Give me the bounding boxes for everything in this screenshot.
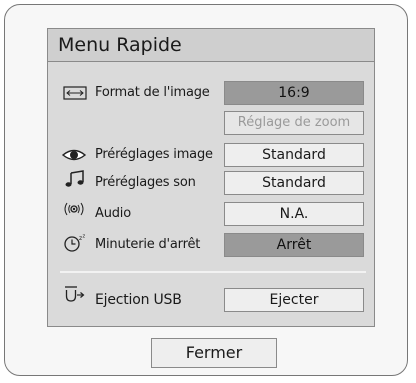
svg-text:z: z [83,234,86,240]
close-button[interactable]: Fermer [151,338,277,368]
row-label-usb-eject: Ejection USB [95,292,182,308]
zoom-setting-button[interactable]: Réglage de zoom [224,111,364,135]
audio-surround-icon [64,202,84,216]
audio-value[interactable]: N.A. [224,202,364,226]
menu-separator [60,271,366,273]
music-note-icon [65,170,84,187]
aspect-ratio-icon [63,86,87,100]
format-image-value[interactable]: 16:9 [224,81,364,105]
sound-presets-value[interactable]: Standard [224,171,364,195]
eye-icon [62,149,86,161]
row-label-sound-presets: Préréglages son [95,175,196,190]
menu-title: Menu Rapide [47,28,375,62]
row-label-format-image: Format de l'image [95,85,210,100]
sleep-timer-value[interactable]: Arrêt [224,233,364,257]
picture-presets-value[interactable]: Standard [224,143,364,167]
row-label-picture-presets: Préréglages image [95,147,213,162]
usb-eject-button[interactable]: Ejecter [224,288,364,312]
row-label-sleep-timer: Minuterie d'arrêt [95,237,201,252]
row-label-audio: Audio [95,206,131,221]
sleep-timer-icon: z z [64,234,86,252]
usb-eject-icon [65,286,85,302]
